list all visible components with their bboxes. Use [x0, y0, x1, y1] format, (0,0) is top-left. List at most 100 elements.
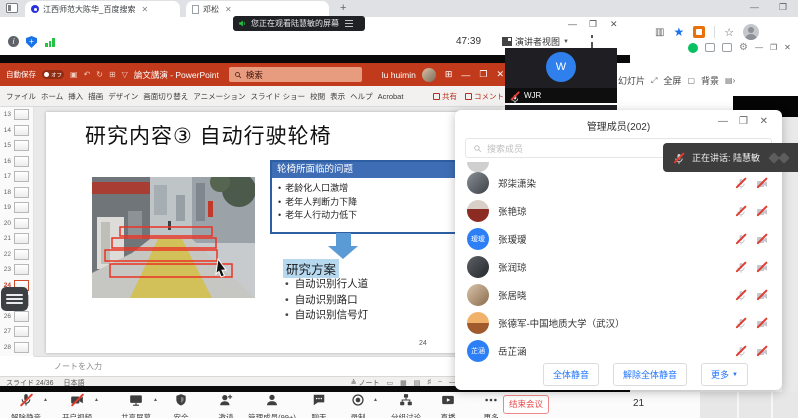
mic-muted-icon[interactable]	[735, 177, 747, 189]
app-restore-icon[interactable]: ❐	[770, 43, 777, 52]
slide-thumb-preview[interactable]	[14, 311, 29, 322]
slide-thumb-13[interactable]: 13	[0, 107, 33, 123]
slide-thumb-27[interactable]: 27	[0, 324, 33, 340]
slide-thumb-15[interactable]: 15	[0, 138, 33, 154]
fullscreen-tool-label[interactable]: 全屏	[663, 74, 681, 87]
notes-bar[interactable]: ノートを入力	[34, 356, 510, 376]
zoom-out-icon[interactable]: −	[438, 379, 442, 386]
more-panel-icon[interactable]: ▤›	[725, 76, 735, 85]
browser-window-icon[interactable]	[6, 3, 18, 13]
tab-close-icon[interactable]: ✕	[141, 5, 148, 14]
slide-thumb-20[interactable]: 20	[0, 216, 33, 232]
slide-thumb-23[interactable]: 23	[0, 262, 33, 278]
account-name[interactable]: lu huimin	[382, 70, 416, 80]
camera-muted-icon[interactable]	[756, 345, 768, 357]
tab-slideshow[interactable]: スライド ショー	[250, 91, 305, 102]
slide-thumb-19[interactable]: 19	[0, 200, 33, 216]
browser-profile-avatar[interactable]	[743, 24, 759, 40]
tab-transitions[interactable]: 画面切り替え	[143, 91, 188, 102]
member-row[interactable]: 张居晓	[467, 281, 768, 309]
meeting-minimize-icon[interactable]: —	[568, 19, 577, 29]
meeting-restore-icon[interactable]: ❐	[589, 19, 597, 30]
camera-muted-icon[interactable]	[756, 177, 768, 189]
slide-thumb-28[interactable]: 28	[0, 340, 33, 356]
slide-thumb-18[interactable]: 18	[0, 185, 33, 201]
comments-button[interactable]: コメント	[465, 91, 504, 102]
slide-thumb-preview[interactable]	[14, 109, 29, 120]
restore-icon[interactable]: ❐	[779, 2, 787, 13]
member-row[interactable]: 瑷瑷 张瑷瑷	[467, 225, 768, 253]
minimize-icon[interactable]: —	[750, 2, 759, 12]
new-tab-button[interactable]: +	[340, 2, 346, 14]
camera-muted-icon[interactable]	[756, 233, 768, 245]
banner-menu-icon[interactable]	[345, 20, 353, 27]
camera-muted-icon[interactable]	[756, 261, 768, 273]
tab-home[interactable]: ホーム	[41, 91, 63, 102]
gift-icon[interactable]	[722, 43, 732, 52]
end-meeting-button[interactable]: 结束会议	[503, 395, 549, 414]
chat-square-icon[interactable]	[705, 43, 715, 52]
slide-thumb-preview[interactable]	[14, 218, 29, 229]
slide-thumb-preview[interactable]	[14, 249, 29, 260]
toolbar-unmute[interactable]: ▲ 解除静音	[0, 393, 54, 418]
slide-thumb-preview[interactable]	[14, 233, 29, 244]
slide-thumb-preview[interactable]	[14, 326, 29, 337]
slide-thumb-22[interactable]: 22	[0, 247, 33, 263]
slides-tool-label[interactable]: 幻灯片	[618, 74, 645, 87]
more-button[interactable]: 更多▼	[701, 363, 748, 386]
tab-review[interactable]: 校閲	[310, 91, 325, 102]
ppt-search-box[interactable]: 検索	[229, 67, 362, 82]
tab-view[interactable]: 表示	[330, 91, 345, 102]
mic-muted-icon[interactable]	[735, 205, 747, 217]
tab-animations[interactable]: アニメーション	[193, 91, 245, 102]
slide-thumb-preview[interactable]	[14, 140, 29, 151]
panel-restore-icon[interactable]: ❐	[739, 116, 748, 127]
account-avatar[interactable]	[422, 68, 436, 82]
slide-thumb-preview[interactable]	[14, 264, 29, 275]
unmute-all-button[interactable]: 解除全体静音	[613, 363, 687, 386]
camera-muted-icon[interactable]	[756, 317, 768, 329]
redo-icon[interactable]: ↻	[96, 70, 103, 79]
tab-design[interactable]: デザイン	[108, 91, 138, 102]
browser-tab-1[interactable]: 江西师范大陈华_百度搜索 ✕	[25, 1, 180, 17]
panel-close-icon[interactable]: ✕	[760, 116, 768, 127]
slide-thumb-preview[interactable]	[14, 187, 29, 198]
mic-muted-icon[interactable]	[735, 261, 747, 273]
background-tool-label[interactable]: 背景	[701, 74, 719, 87]
ppt-restore-icon[interactable]: ❐	[479, 69, 487, 80]
reading-list-icon[interactable]: ▥	[655, 27, 664, 38]
member-row[interactable]: 张润琼	[467, 253, 768, 281]
meeting-info-icon[interactable]: i	[8, 36, 19, 47]
slide-thumb-preview[interactable]	[14, 156, 29, 167]
tab-acrobat[interactable]: Acrobat	[378, 92, 404, 101]
app-close-icon[interactable]: ✕	[784, 43, 791, 52]
slide-thumb-preview[interactable]	[14, 202, 29, 213]
toolbar-start-video[interactable]: ▲ 开启视频	[49, 393, 105, 418]
caret-up-icon[interactable]: ▲	[43, 397, 48, 403]
mic-muted-icon[interactable]	[735, 289, 747, 301]
member-row[interactable]: 张德军-中国地质大学（武汉）	[467, 309, 768, 337]
mic-muted-icon[interactable]	[735, 233, 747, 245]
panel-minimize-icon[interactable]: —	[718, 116, 728, 127]
slide-thumb-preview[interactable]	[14, 171, 29, 182]
mic-muted-icon[interactable]	[735, 345, 747, 357]
member-row[interactable]: 郑柒潇染	[467, 169, 768, 197]
meeting-close-icon[interactable]: ✕	[610, 19, 618, 30]
speaker-video-tile[interactable]: W WJR	[505, 48, 617, 103]
camera-muted-icon[interactable]	[756, 289, 768, 301]
member-row[interactable]: 芷涵 岳芷涵	[467, 337, 768, 365]
browser-tab-2[interactable]: 邓松 ✕	[186, 1, 329, 17]
extension-badge-icon[interactable]	[693, 26, 705, 38]
floating-annotation-widget[interactable]	[1, 287, 28, 311]
tab-close-icon[interactable]: ✕	[225, 5, 232, 14]
share-button[interactable]: 共有	[433, 91, 457, 102]
star-outline-icon[interactable]: ☆	[724, 26, 734, 39]
caret-up-icon[interactable]: ▲	[94, 397, 99, 403]
app-minimize-icon[interactable]: —	[755, 43, 763, 52]
tab-draw[interactable]: 描画	[88, 91, 103, 102]
ppt-minimize-icon[interactable]: —	[461, 70, 470, 80]
gear-icon[interactable]: ⚙	[739, 42, 748, 53]
tab-insert[interactable]: 挿入	[68, 91, 83, 102]
mute-all-button[interactable]: 全体静音	[543, 363, 599, 386]
ppt-close-icon[interactable]: ✕	[496, 69, 504, 80]
